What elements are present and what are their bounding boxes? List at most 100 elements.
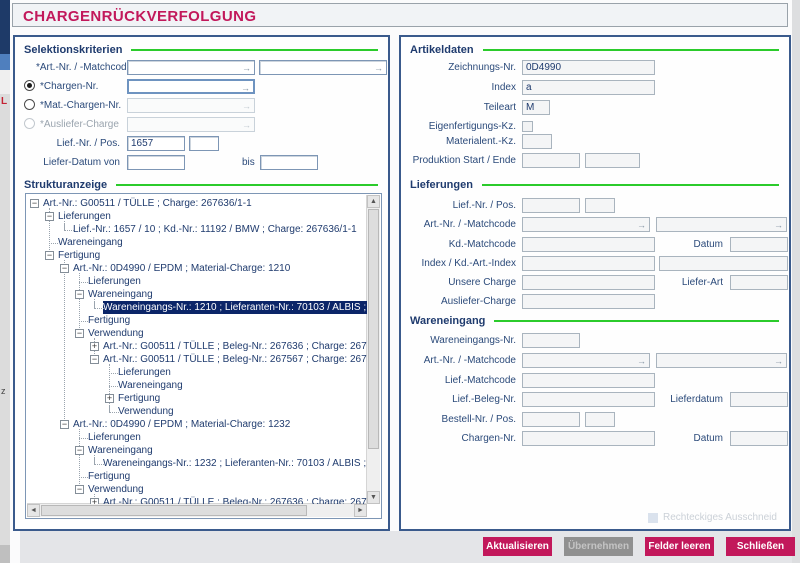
tree-node-label[interactable]: Lieferungen [118,366,171,379]
structure-tree: −Art.-Nr.: G00511 / TÜLLE ; Charge: 2676… [25,193,382,519]
horizontal-scroll-thumb[interactable] [41,505,307,516]
collapse-icon[interactable]: − [75,329,84,338]
materialent-kz-field [522,134,552,149]
tree-node[interactable]: −Verwendung [27,327,367,340]
tree-node-label[interactable]: Wareneingang [118,379,183,392]
tree-node-label[interactable]: Verwendung [118,405,174,418]
scroll-right-icon[interactable]: ► [354,504,367,517]
tree-node-label[interactable]: Wareneingang [58,236,123,249]
expand-icon[interactable]: + [105,394,114,403]
tree-node[interactable]: Wareneingang [27,379,367,392]
tree-node[interactable]: Verwendung [27,405,367,418]
tree-node[interactable]: −Verwendung [27,483,367,496]
artnr-input[interactable]: → [127,60,255,75]
teileart-field: M [522,100,550,115]
button-schließen[interactable]: Schließen [726,537,795,556]
chargen-nr-input[interactable]: → [127,79,255,94]
tree-node-label[interactable]: Fertigung [88,470,130,483]
tree-node[interactable]: + Art.-Nr.: G00511 / TÜLLE ; Beleg-Nr.: 2… [27,496,367,504]
collapse-icon[interactable]: − [30,199,39,208]
tree-vertical-scrollbar[interactable]: ▲ ▼ [366,195,380,504]
tree-horizontal-scrollbar[interactable]: ◄ ► [27,503,367,517]
tree-node-label[interactable]: Art.-Nr.: G00511 / TÜLLE ; Beleg-Nr.: 26… [103,496,367,504]
button-übernehmen: Übernehmen [564,537,633,556]
collapse-icon[interactable]: − [75,446,84,455]
branch-connector [79,321,88,322]
tree-node[interactable]: −Art.-Nr.: 0D4990 / EPDM ; Material-Char… [27,418,367,431]
collapse-icon[interactable]: − [45,212,54,221]
tree-node-label[interactable]: Art.-Nr.: 0D4990 / EPDM ; Material-Charg… [73,262,290,275]
tree-node[interactable]: Fertigung [27,470,367,483]
scroll-up-icon[interactable]: ▲ [367,195,380,208]
lookup-arrow-icon[interactable]: → [374,62,383,74]
w-wareneingangs-nr-label: Wareneingangs-Nr. [401,335,516,346]
tree-node-label-selected[interactable]: Wareneingangs-Nr.: 1210 ; Lieferanten-Nr… [103,301,367,314]
tree-node-label[interactable]: Verwendung [88,483,144,496]
tree-node[interactable]: −Wareneingang [27,444,367,457]
goods-receipt-heading: Wareneingang [410,315,485,327]
tree-node-label[interactable]: Lieferungen [88,275,141,288]
button-felder-leeren[interactable]: Felder leeren [645,537,714,556]
tree-node[interactable]: −Art.-Nr.: 0D4990 / EPDM ; Material-Char… [27,262,367,275]
matchcode-input[interactable]: → [259,60,387,75]
tree-node[interactable]: Wareneingangs-Nr.: 1210 ; Lieferanten-Nr… [27,301,367,314]
collapse-icon[interactable]: − [60,420,69,429]
mat-chargen-nr-radio[interactable] [24,99,35,110]
lief-nr-input[interactable]: 1657 [127,136,185,151]
lief-pos-input[interactable] [189,136,219,151]
tree-node-label[interactable]: Lieferungen [88,431,141,444]
tree-node[interactable]: −Lieferungen [27,210,367,223]
tree-node-label[interactable]: Verwendung [88,327,144,340]
tree-node[interactable]: Wareneingangs-Nr.: 1232 ; Lieferanten-Nr… [27,457,367,470]
tree-node[interactable]: + Fertigung [27,392,367,405]
tree-node-label[interactable]: Art.-Nr.: G00511 / TÜLLE ; Beleg-Nr.: 26… [103,340,367,353]
collapse-icon[interactable]: − [60,264,69,273]
lookup-arrow-icon[interactable]: → [242,62,251,74]
tree-node-label[interactable]: Fertigung [118,392,160,405]
tree-node-label[interactable]: Lief.-Nr.: 1657 / 10 ; Kd.-Nr.: 11192 / … [73,223,357,236]
tree-node[interactable]: Lieferungen [27,275,367,288]
tree-node[interactable]: −Art.-Nr.: G00511 / TÜLLE ; Beleg-Nr.: 2… [27,353,367,366]
w-chargen-nr-field [522,431,655,446]
liefer-datum-von-input[interactable] [127,155,185,170]
tree-node-label[interactable]: Lieferungen [58,210,111,223]
structure-heading: Strukturanzeige [24,179,107,191]
eigenfertigungs-kz-checkbox [522,121,533,132]
w-chargen-nr-label: Chargen-Nr. [401,433,516,444]
tree-node[interactable]: Lieferungen [27,366,367,379]
w-lief-matchcode-label: Lief.-Matchcode [401,375,516,386]
tree-node[interactable]: −Art.-Nr.: G00511 / TÜLLE ; Charge: 2676… [27,197,367,210]
tree-node[interactable]: −Fertigung [27,249,367,262]
tree-node[interactable]: + Art.-Nr.: G00511 / TÜLLE ; Beleg-Nr.: 2… [27,340,367,353]
w-bestell-nr-pos-label: Bestell-Nr. / Pos. [401,414,516,425]
expand-icon[interactable]: + [90,498,99,504]
tree-node[interactable]: Lieferungen [27,431,367,444]
button-aktualisieren[interactable]: Aktualisieren [483,537,552,556]
tree-node[interactable]: Fertigung [27,314,367,327]
chargenrueckverfolgung-dialog: CHARGENRÜCKVERFOLGUNG Selektionskriterie… [10,0,792,563]
scroll-left-icon[interactable]: ◄ [27,504,40,517]
tree-node-label[interactable]: Fertigung [88,314,130,327]
tree-node[interactable]: Lief.-Nr.: 1657 / 10 ; Kd.-Nr.: 11192 / … [27,223,367,236]
collapse-icon[interactable]: − [75,290,84,299]
tree-node-label[interactable]: Wareneingangs-Nr.: 1232 ; Lieferanten-Nr… [103,457,367,470]
tree-node-label[interactable]: Art.-Nr.: 0D4990 / EPDM ; Material-Charg… [73,418,290,431]
collapse-icon[interactable]: − [90,355,99,364]
collapse-icon[interactable]: − [75,485,84,494]
tree-node-label[interactable]: Art.-Nr.: G00511 / TÜLLE ; Charge: 26763… [43,197,252,210]
collapse-icon[interactable]: − [45,251,54,260]
tree-node-label[interactable]: Art.-Nr.: G00511 / TÜLLE ; Beleg-Nr.: 26… [103,353,367,366]
liefer-datum-bis-input[interactable] [260,155,318,170]
tree-node[interactable]: Wareneingang [27,236,367,249]
lookup-arrow-icon[interactable]: → [241,82,250,94]
tree-node-label[interactable]: Wareneingang [88,288,153,301]
tree-node[interactable]: −Wareneingang [27,288,367,301]
tree-node-label[interactable]: Fertigung [58,249,100,262]
tree-node-label[interactable]: Wareneingang [88,444,153,457]
scroll-down-icon[interactable]: ▼ [367,491,380,504]
d-index-kd-art-index-label: Index / Kd.-Art.-Index [401,258,516,269]
expand-icon[interactable]: + [90,342,99,351]
d-kd-art-index-field [659,256,788,271]
vertical-scroll-thumb[interactable] [368,209,379,449]
chargen-nr-radio[interactable] [24,80,35,91]
